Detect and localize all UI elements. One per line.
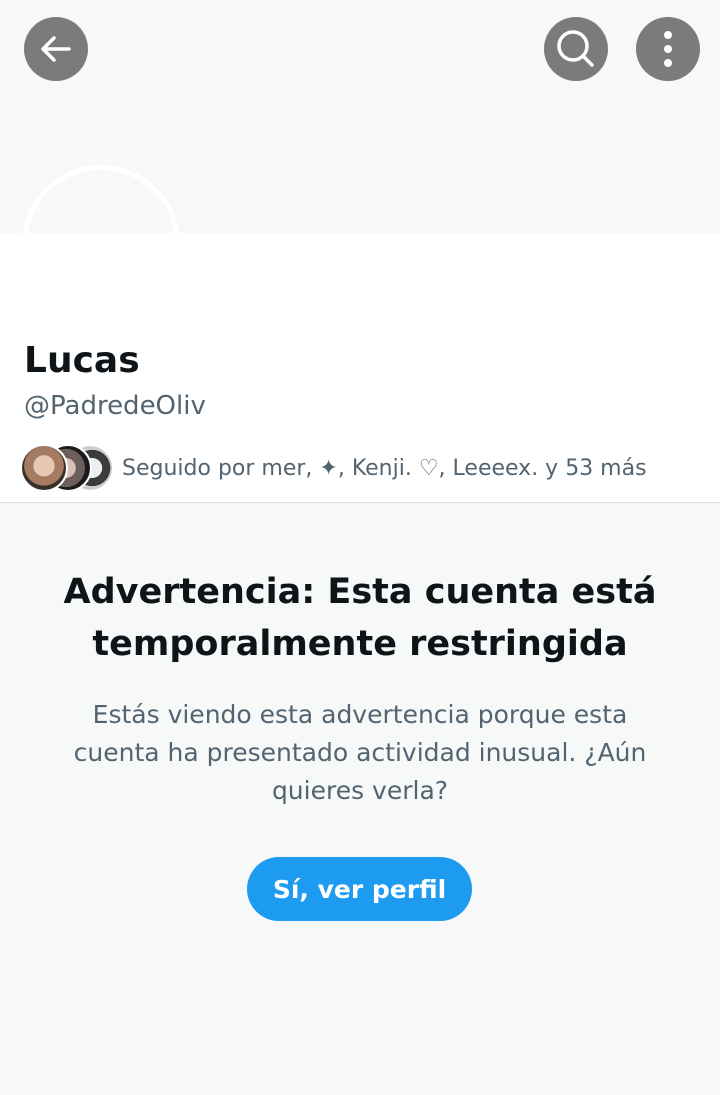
follower-avatars [20,444,116,492]
search-button[interactable] [544,17,608,81]
arrow-left-icon [41,36,71,62]
warning-title: Advertencia: Esta cuenta está temporalme… [63,572,657,664]
more-vertical-icon [664,31,672,67]
user-handle: @PadredeOliv [24,391,206,421]
followed-by-row[interactable]: Seguido por mer, ✦, Kenji. ♡, Leeeex. y … [20,444,647,492]
back-button[interactable] [24,17,88,81]
display-name: Lucas [24,340,140,381]
profile-page: Lucas @PadredeOliv Seguido por mer, ✦, K… [0,0,720,1095]
more-options-button[interactable] [636,17,700,81]
warning-message: Estás viendo esta advertencia porque est… [73,700,647,805]
view-profile-button[interactable]: Sí, ver perfil [247,857,472,921]
follower-avatar [20,444,68,492]
search-icon [557,30,594,67]
restriction-warning: Advertencia: Esta cuenta está temporalme… [40,566,680,810]
followed-by-text: Seguido por mer, ✦, Kenji. ♡, Leeeex. y … [122,455,647,481]
avatar-mask [0,233,720,333]
